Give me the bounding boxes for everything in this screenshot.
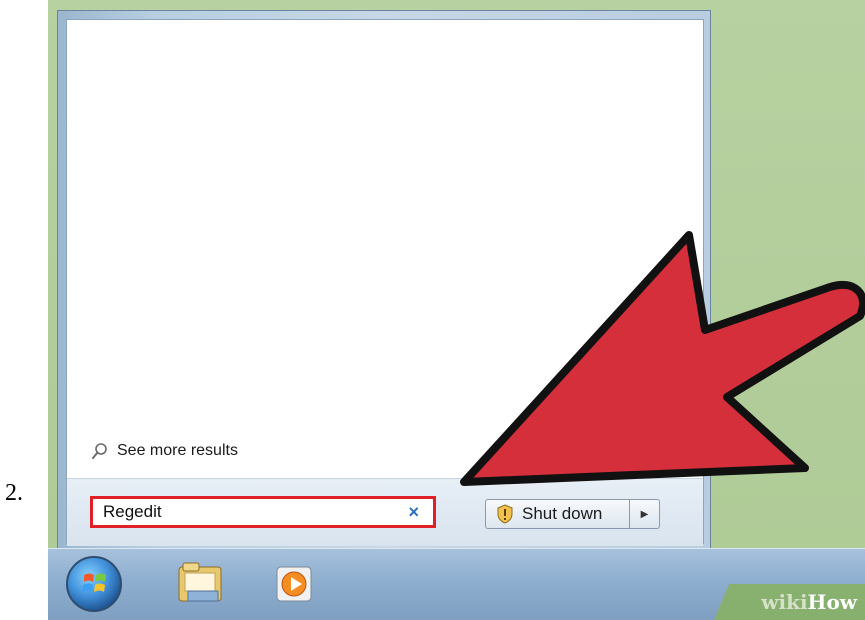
watermark-wiki: wiki xyxy=(761,590,808,614)
shutdown-label: Shut down xyxy=(522,504,603,523)
see-more-results-label: See more results xyxy=(117,442,238,459)
start-menu-search-input[interactable]: Regedit × xyxy=(90,496,436,528)
shutdown-control: Shut down ▶ xyxy=(485,499,660,529)
folder-icon[interactable] xyxy=(174,559,228,611)
start-menu-search-band: Regedit × Shut down ▶ xyxy=(67,478,703,546)
search-results-area xyxy=(67,20,703,478)
see-more-results-link[interactable]: See more results xyxy=(91,442,238,460)
watermark-how: How xyxy=(807,590,857,614)
search-input-value: Regedit xyxy=(103,502,162,521)
tutorial-step-image: 2. See more results Regedit × Shut down … xyxy=(0,0,865,620)
shutdown-button[interactable]: Shut down xyxy=(485,499,630,529)
warning-shield-icon xyxy=(497,504,513,524)
step-number: 2. xyxy=(5,480,23,506)
wikihow-watermark: wiki How xyxy=(714,584,865,620)
start-menu: See more results Regedit × Shut down ▶ xyxy=(57,10,711,550)
media-player-icon[interactable] xyxy=(273,563,315,605)
windows-logo-icon xyxy=(82,573,106,592)
chevron-right-icon: ▶ xyxy=(640,508,649,520)
start-menu-left-pane: See more results Regedit × Shut down ▶ xyxy=(66,19,704,546)
clear-search-icon[interactable]: × xyxy=(408,502,419,523)
windows-screenshot: See more results Regedit × Shut down ▶ w… xyxy=(48,0,865,620)
start-button[interactable] xyxy=(66,556,122,612)
search-icon xyxy=(92,443,107,459)
shutdown-options-button[interactable]: ▶ xyxy=(630,499,660,529)
